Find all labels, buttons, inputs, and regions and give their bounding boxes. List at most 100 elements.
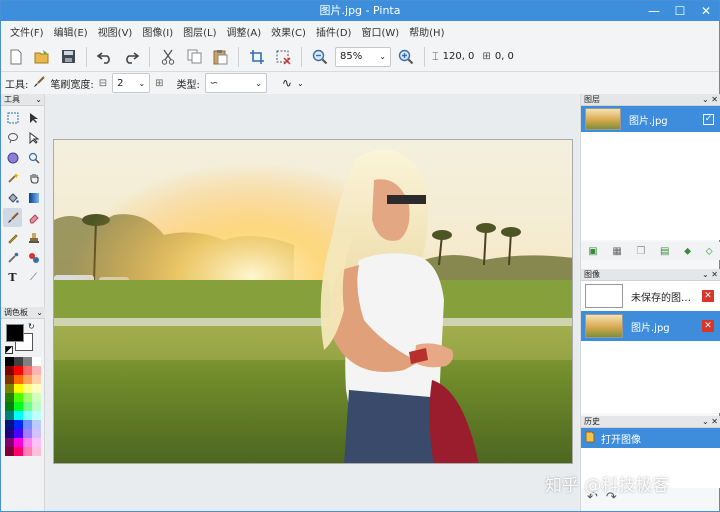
color-swatch[interactable] — [14, 447, 23, 456]
minimize-button[interactable]: — — [647, 4, 661, 18]
gradient-tool[interactable] — [24, 188, 43, 207]
magic-wand-tool[interactable] — [3, 168, 22, 187]
reset-colors-icon[interactable] — [5, 346, 13, 354]
eraser-tool[interactable] — [24, 208, 43, 227]
move-layer-down-icon[interactable]: ⬦ — [706, 246, 713, 257]
color-swatch[interactable] — [32, 411, 41, 420]
cut-icon[interactable] — [157, 46, 179, 68]
text-tool[interactable]: T — [3, 268, 22, 287]
move-layer-up-icon[interactable]: ⬥ — [684, 246, 691, 257]
antialiasing-icon[interactable]: ∿ — [282, 76, 292, 90]
close-button[interactable]: ✕ — [699, 4, 713, 18]
zoom-tool[interactable] — [24, 148, 43, 167]
color-swatch[interactable] — [5, 402, 14, 411]
panel-controls-icon[interactable]: ⌄ ✕ — [702, 94, 718, 106]
color-swatch[interactable] — [5, 420, 14, 429]
color-swatch[interactable] — [23, 393, 32, 402]
color-swatch[interactable] — [5, 375, 14, 384]
move-selection-tool[interactable] — [24, 128, 43, 147]
color-swatch[interactable] — [23, 411, 32, 420]
panel-menu-icon[interactable]: ⌄ — [36, 307, 43, 319]
paste-icon[interactable] — [209, 46, 231, 68]
color-swatch[interactable] — [14, 375, 23, 384]
paint-bucket-tool[interactable] — [3, 188, 22, 207]
color-swatch[interactable] — [32, 393, 41, 402]
redo-icon[interactable] — [120, 46, 142, 68]
color-swatch[interactable] — [23, 402, 32, 411]
color-swatch[interactable] — [5, 447, 14, 456]
color-swatch[interactable] — [32, 384, 41, 393]
color-swatch[interactable] — [32, 447, 41, 456]
color-swatch[interactable] — [23, 375, 32, 384]
color-swatch[interactable] — [23, 438, 32, 447]
ellipse-select-tool[interactable] — [3, 148, 22, 167]
image-tab-row[interactable]: 图片.jpg ✕ — [581, 311, 720, 341]
zoom-select[interactable]: 85% ⌄ — [335, 46, 391, 67]
brush-width-select[interactable]: 2 ⌄ — [112, 73, 151, 93]
color-swatch[interactable] — [14, 366, 23, 375]
zoom-in-icon[interactable] — [395, 46, 417, 68]
color-swatch[interactable] — [32, 429, 41, 438]
color-swatch[interactable] — [14, 384, 23, 393]
duplicate-layer-icon[interactable]: ❐ — [636, 246, 645, 257]
menu-file[interactable]: 文件(F) — [5, 24, 49, 39]
crop-to-selection-icon[interactable] — [246, 46, 268, 68]
primary-color-swatch[interactable] — [6, 324, 24, 342]
color-swatch[interactable] — [5, 411, 14, 420]
color-swatch[interactable] — [5, 438, 14, 447]
image-tab-row[interactable]: 未保存的图… ✕ — [581, 281, 720, 311]
color-swatch[interactable] — [14, 402, 23, 411]
pencil-tool[interactable] — [3, 228, 22, 247]
delete-layer-icon[interactable]: ▦ — [612, 246, 621, 257]
menu-edit[interactable]: 编辑(E) — [49, 24, 93, 39]
rectangle-select-tool[interactable] — [3, 108, 22, 127]
color-swatch[interactable] — [5, 429, 14, 438]
color-swatch[interactable] — [32, 375, 41, 384]
color-swatch[interactable] — [23, 384, 32, 393]
move-selected-tool[interactable] — [24, 108, 43, 127]
layer-row[interactable]: 图片.jpg ✓ — [581, 106, 720, 132]
maximize-button[interactable]: ☐ — [673, 4, 687, 18]
menu-window[interactable]: 窗口(W) — [356, 24, 404, 39]
menu-view[interactable]: 视图(V) — [93, 24, 138, 39]
panel-menu-icon[interactable]: ⌄ — [35, 94, 42, 106]
undo-icon[interactable] — [94, 46, 116, 68]
line-curve-tool[interactable]: ⟋ — [24, 268, 43, 287]
brush-type-select[interactable]: ∽ ⌄ — [204, 73, 267, 93]
paintbrush-tool[interactable] — [3, 208, 22, 227]
increase-width-icon[interactable]: ⊞ — [155, 78, 163, 89]
close-image-icon[interactable]: ✕ — [702, 320, 714, 332]
color-swatch[interactable] — [14, 393, 23, 402]
deselect-icon[interactable] — [272, 46, 294, 68]
decrease-width-icon[interactable]: ⊟ — [99, 78, 107, 89]
color-swatch[interactable] — [23, 366, 32, 375]
history-item[interactable]: 打开图像 — [581, 428, 720, 448]
color-picker-tool[interactable] — [3, 248, 22, 267]
close-image-icon[interactable]: ✕ — [702, 290, 714, 302]
menu-help[interactable]: 帮助(H) — [404, 24, 449, 39]
color-swatch[interactable] — [5, 357, 14, 366]
color-swatch[interactable] — [23, 429, 32, 438]
panel-controls-icon[interactable]: ⌄ ✕ — [702, 416, 718, 428]
color-swatch[interactable] — [5, 366, 14, 375]
image-canvas[interactable] — [53, 139, 573, 464]
merge-layer-icon[interactable]: ▤ — [660, 246, 669, 257]
color-swatch[interactable] — [14, 411, 23, 420]
panel-controls-icon[interactable]: ⌄ ✕ — [702, 269, 718, 281]
color-swatch[interactable] — [5, 384, 14, 393]
color-swatch[interactable] — [32, 357, 41, 366]
add-layer-icon[interactable]: ▣ — [588, 246, 597, 257]
lasso-select-tool[interactable] — [3, 128, 22, 147]
color-swatch[interactable] — [23, 447, 32, 456]
color-swatch[interactable] — [32, 438, 41, 447]
new-file-icon[interactable] — [5, 46, 27, 68]
color-swatch[interactable] — [14, 357, 23, 366]
copy-icon[interactable] — [183, 46, 205, 68]
color-swatch[interactable] — [32, 366, 41, 375]
zoom-out-icon[interactable] — [309, 46, 331, 68]
menu-image[interactable]: 图像(I) — [137, 24, 178, 39]
color-swatch[interactable] — [23, 420, 32, 429]
color-swatch[interactable] — [14, 438, 23, 447]
layer-visible-checkbox[interactable]: ✓ — [703, 113, 714, 125]
menu-adjustments[interactable]: 调整(A) — [221, 24, 266, 39]
